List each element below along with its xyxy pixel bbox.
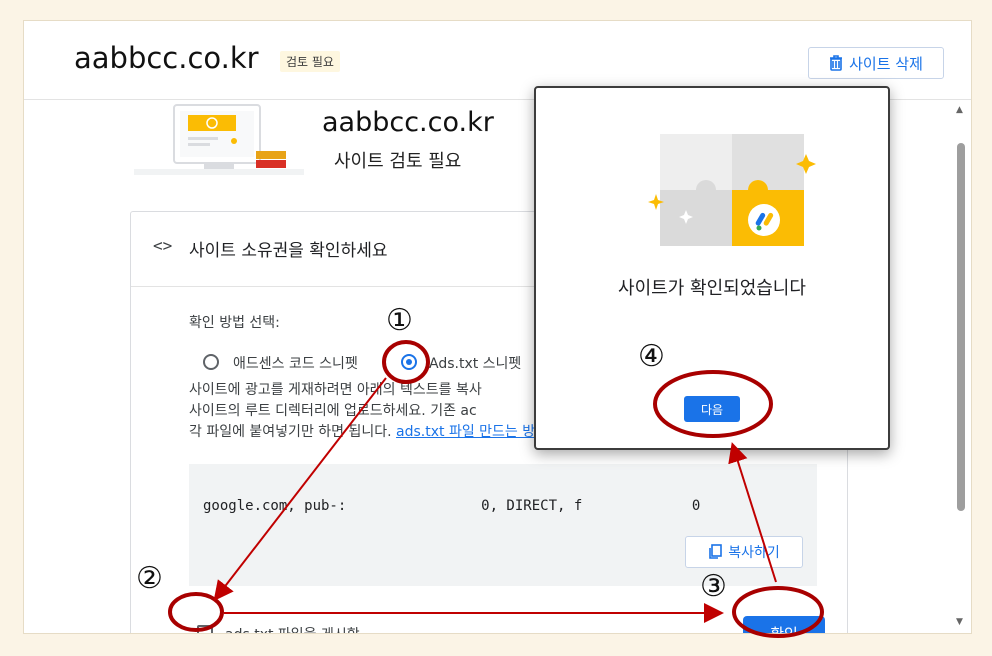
delete-site-label: 사이트 삭제 — [849, 54, 923, 73]
trash-icon — [830, 55, 843, 71]
scroll-up-arrow-icon[interactable]: ▲ — [956, 105, 963, 115]
site-domain-title: aabbcc.co.kr — [74, 41, 259, 75]
next-button[interactable]: 다음 — [684, 396, 740, 422]
radio-ads-txt-snippet[interactable] — [401, 354, 417, 370]
hero-domain: aabbcc.co.kr — [322, 107, 494, 138]
option-adsense-snippet-label: 애드센스 코드 스니펫 — [233, 356, 358, 372]
copy-button[interactable]: 복사하기 — [685, 536, 803, 568]
copy-icon — [709, 544, 723, 559]
code-icon: <> — [153, 236, 173, 255]
site-review-illustration — [134, 104, 304, 175]
delete-site-button[interactable]: 사이트 삭제 — [808, 47, 944, 79]
ads-txt-code: google.com, pub-: 0, DIRECT, f 0 — [203, 498, 701, 514]
method-label: 확인 방법 선택: — [189, 315, 280, 331]
scrollbar[interactable]: ▲ ▼ — [954, 101, 968, 631]
status-badge: 검토 필요 — [280, 51, 340, 72]
instructions-line-3-text: 각 파일에 붙여넣기만 하면 됩니다. — [189, 424, 397, 440]
card-title: 사이트 소유권을 확인하세요 — [189, 241, 388, 261]
puzzle-verified-icon — [648, 134, 816, 246]
hero-status: 사이트 검토 필요 — [334, 151, 462, 172]
scroll-thumb[interactable] — [957, 143, 965, 511]
site-verified-dialog: 사이트가 확인되었습니다 다음 — [534, 86, 890, 450]
step-3-marker: ③ — [700, 569, 727, 604]
scroll-down-arrow-icon[interactable]: ▼ — [956, 617, 963, 627]
copy-label: 복사하기 — [728, 545, 780, 561]
ads-txt-code-box: google.com, pub-: 0, DIRECT, f 0 복사하기 — [189, 464, 817, 586]
step-2-marker: ② — [136, 561, 163, 596]
step-1-marker: ① — [386, 303, 413, 338]
radio-adsense-snippet[interactable] — [203, 354, 219, 370]
option-ads-txt-snippet-label: Ads.txt 스니펫 — [429, 356, 522, 372]
published-checkbox-label: ads.txt 파일을 게시함 — [225, 624, 360, 633]
published-checkbox[interactable] — [197, 625, 213, 633]
verified-message: 사이트가 확인되었습니다 — [618, 278, 806, 299]
step-4-marker: ④ — [638, 339, 665, 374]
confirm-button[interactable]: 확인 — [743, 616, 825, 633]
